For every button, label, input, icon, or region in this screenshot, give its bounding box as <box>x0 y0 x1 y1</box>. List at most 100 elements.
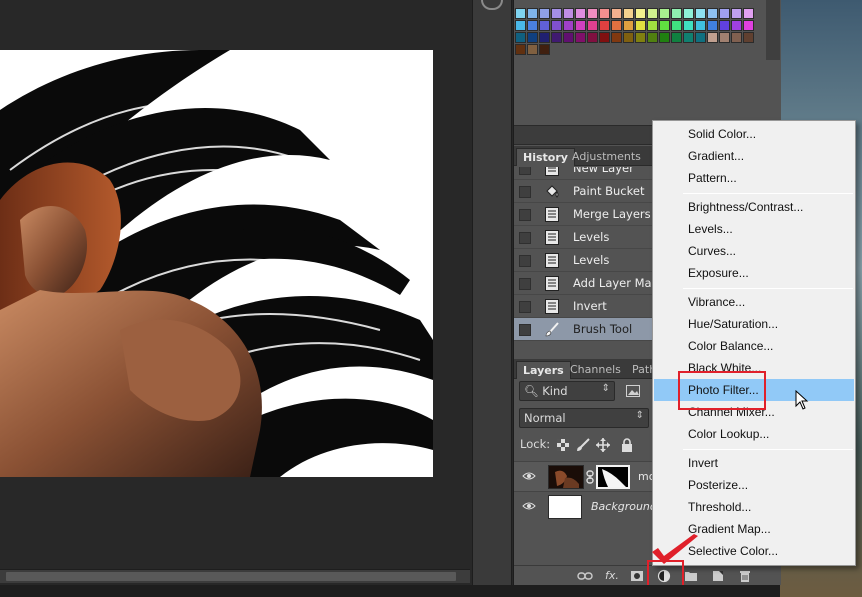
history-snapshot-checkbox[interactable] <box>519 255 531 267</box>
color-swatch[interactable] <box>695 8 706 19</box>
menu-item-brightness-contrast[interactable]: Brightness/Contrast... <box>654 196 854 218</box>
color-swatch[interactable] <box>659 20 670 31</box>
menu-item-threshold[interactable]: Threshold... <box>654 496 854 518</box>
color-swatch[interactable] <box>575 20 586 31</box>
color-swatch[interactable] <box>731 32 742 43</box>
color-swatch[interactable] <box>551 20 562 31</box>
color-swatch[interactable] <box>659 32 670 43</box>
scrollbar-thumb[interactable] <box>6 572 456 581</box>
color-swatch[interactable] <box>707 8 718 19</box>
eye-icon[interactable] <box>522 501 536 511</box>
swatches-scrollbar[interactable] <box>766 0 780 60</box>
color-swatch[interactable] <box>635 32 646 43</box>
color-swatch[interactable] <box>743 32 754 43</box>
color-swatch[interactable] <box>623 32 634 43</box>
history-snapshot-checkbox[interactable] <box>519 186 531 198</box>
tab-layers[interactable]: Layers <box>516 361 571 379</box>
menu-item-vibrance[interactable]: Vibrance... <box>654 291 854 313</box>
color-swatch[interactable] <box>563 8 574 19</box>
color-swatch[interactable] <box>527 44 538 55</box>
color-swatch[interactable] <box>659 8 670 19</box>
new-layer-icon[interactable] <box>711 569 725 583</box>
color-swatch[interactable] <box>635 8 646 19</box>
color-swatch[interactable] <box>707 20 718 31</box>
color-swatch[interactable] <box>623 8 634 19</box>
mask-icon[interactable] <box>630 569 644 583</box>
menu-item-solid-color[interactable]: Solid Color... <box>654 123 854 145</box>
history-snapshot-checkbox[interactable] <box>519 301 531 313</box>
menu-item-exposure[interactable]: Exposure... <box>654 262 854 284</box>
color-swatch[interactable] <box>527 8 538 19</box>
menu-item-posterize[interactable]: Posterize... <box>654 474 854 496</box>
color-swatch[interactable] <box>515 8 526 19</box>
menu-item-gradient[interactable]: Gradient... <box>654 145 854 167</box>
document-canvas[interactable] <box>0 50 433 477</box>
color-swatch[interactable] <box>551 32 562 43</box>
color-swatch[interactable] <box>647 20 658 31</box>
color-swatch[interactable] <box>515 32 526 43</box>
lock-all-icon[interactable] <box>620 438 634 452</box>
history-snapshot-checkbox[interactable] <box>519 278 531 290</box>
color-swatch[interactable] <box>683 32 694 43</box>
tab-adjustments[interactable]: Adjustments <box>566 148 647 166</box>
color-swatch[interactable] <box>527 32 538 43</box>
eye-icon[interactable] <box>522 471 536 481</box>
menu-item-hue-saturation[interactable]: Hue/Saturation... <box>654 313 854 335</box>
color-swatch[interactable] <box>551 8 562 19</box>
color-swatch[interactable] <box>671 8 682 19</box>
layer-thumbnail[interactable] <box>548 465 584 489</box>
lock-transparent-pixels-icon[interactable] <box>556 438 570 452</box>
layer-thumbnail[interactable] <box>548 495 582 519</box>
layer-filter-select[interactable]: 🔍︎ Kind ⇕ <box>519 381 615 401</box>
color-swatch[interactable] <box>683 8 694 19</box>
color-swatch[interactable] <box>743 8 754 19</box>
color-swatch[interactable] <box>719 32 730 43</box>
history-snapshot-checkbox[interactable] <box>519 324 531 336</box>
lock-position-icon[interactable] <box>596 438 610 452</box>
color-swatch[interactable] <box>671 20 682 31</box>
color-swatch[interactable] <box>563 20 574 31</box>
menu-item-levels[interactable]: Levels... <box>654 218 854 240</box>
history-snapshot-checkbox[interactable] <box>519 232 531 244</box>
color-swatch[interactable] <box>611 8 622 19</box>
menu-item-color-balance[interactable]: Color Balance... <box>654 335 854 357</box>
color-swatch[interactable] <box>731 8 742 19</box>
color-swatch[interactable] <box>647 8 658 19</box>
menu-item-invert[interactable]: Invert <box>654 452 854 474</box>
color-swatch[interactable] <box>587 8 598 19</box>
color-swatch[interactable] <box>527 20 538 31</box>
color-swatch[interactable] <box>719 8 730 19</box>
color-swatch[interactable] <box>695 32 706 43</box>
color-swatch[interactable] <box>611 32 622 43</box>
history-snapshot-checkbox[interactable] <box>519 167 531 175</box>
color-swatch[interactable] <box>515 44 526 55</box>
color-swatch[interactable] <box>707 32 718 43</box>
tab-channels[interactable]: Channels <box>564 361 627 379</box>
layer-name[interactable]: Background <box>591 500 657 513</box>
color-swatch[interactable] <box>539 44 550 55</box>
color-swatch[interactable] <box>695 20 706 31</box>
blend-mode-select[interactable]: Normal ⇕ <box>519 408 649 428</box>
color-swatch[interactable] <box>587 20 598 31</box>
menu-item-curves[interactable]: Curves... <box>654 240 854 262</box>
color-swatch[interactable] <box>599 8 610 19</box>
menu-item-color-lookup[interactable]: Color Lookup... <box>654 423 854 445</box>
link-icon[interactable] <box>577 569 593 583</box>
color-swatch[interactable] <box>611 20 622 31</box>
horizontal-scrollbar[interactable] <box>0 569 470 583</box>
color-swatch[interactable] <box>635 20 646 31</box>
pixel-filter-icon[interactable] <box>626 385 640 397</box>
color-swatch[interactable] <box>647 32 658 43</box>
color-swatch[interactable] <box>599 20 610 31</box>
color-swatch[interactable] <box>743 20 754 31</box>
color-swatch[interactable] <box>731 20 742 31</box>
chain-link-icon[interactable] <box>585 470 595 484</box>
color-swatch[interactable] <box>599 32 610 43</box>
color-swatch[interactable] <box>515 20 526 31</box>
menu-item-pattern[interactable]: Pattern... <box>654 167 854 189</box>
color-swatch[interactable] <box>539 8 550 19</box>
color-swatch[interactable] <box>563 32 574 43</box>
layer-mask-thumbnail[interactable] <box>596 465 630 489</box>
history-snapshot-checkbox[interactable] <box>519 209 531 221</box>
color-swatch[interactable] <box>539 32 550 43</box>
